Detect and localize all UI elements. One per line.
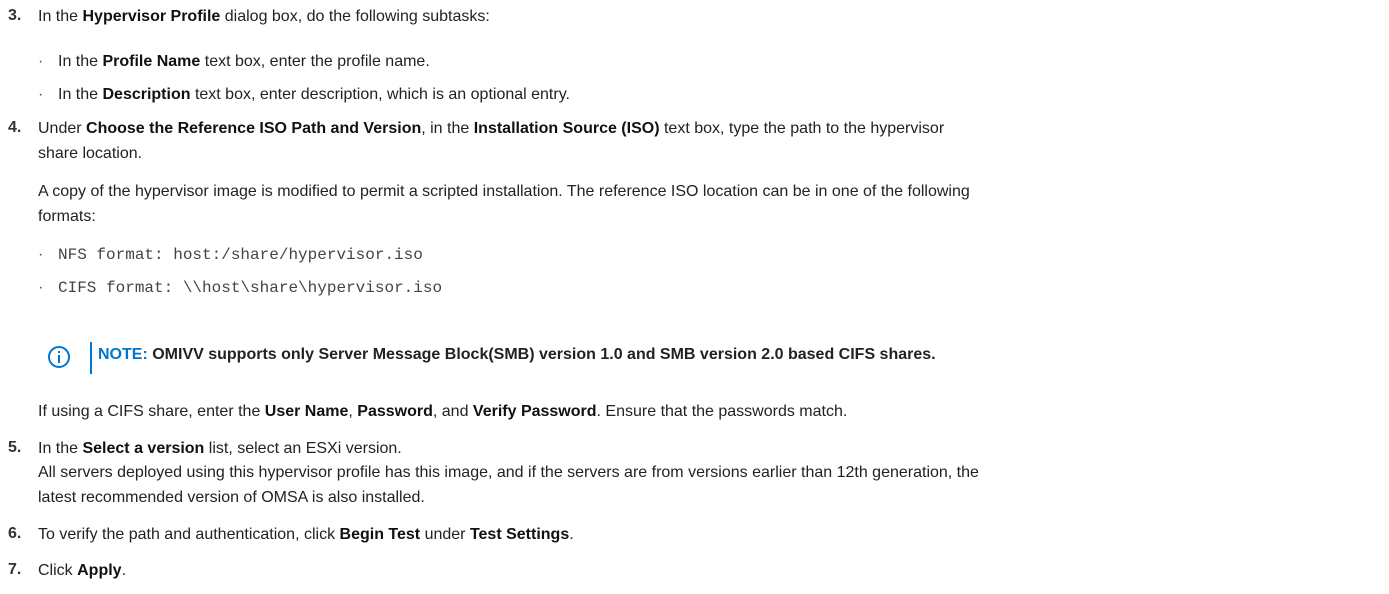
step-3-bullet-profile-name: In the Profile Name text box, enter the … (58, 53, 430, 70)
step-3-number: 3. (8, 7, 22, 24)
step-7-number: 7. (8, 561, 22, 578)
step-5-line-1: In the Select a version list, select an … (38, 440, 402, 457)
note-text: NOTE: OMIVV supports only Server Message… (98, 346, 936, 363)
info-icon (48, 346, 70, 368)
step-3-bullet-description: In the Description text box, enter descr… (58, 86, 570, 103)
bullet-icon: · (38, 86, 44, 103)
note-divider (90, 342, 92, 374)
step-4-cifs-line: If using a CIFS share, enter the User Na… (38, 403, 848, 420)
step-5-line-3: latest recommended version of OMSA is al… (38, 489, 425, 506)
step-5-number: 5. (8, 439, 22, 456)
step-6-number: 6. (8, 525, 22, 542)
step-3-intro: In the Hypervisor Profile dialog box, do… (38, 8, 490, 25)
step-4-para-1: A copy of the hypervisor image is modifi… (38, 183, 970, 200)
bullet-icon: · (38, 53, 44, 70)
nfs-format-line: NFS format: host:/share/hypervisor.iso (58, 246, 423, 264)
step-4-line-2: share location. (38, 145, 143, 162)
step-4-line-1: Under Choose the Reference ISO Path and … (38, 120, 945, 137)
step-4-number: 4. (8, 119, 22, 136)
step-6-line: To verify the path and authentication, c… (38, 526, 574, 543)
bullet-icon: · (38, 246, 44, 263)
step-5-line-2: All servers deployed using this hypervis… (38, 464, 979, 481)
step-7-line: Click Apply. (38, 562, 127, 579)
cifs-format-line: CIFS format: \\host\share\hypervisor.iso (58, 279, 443, 297)
bullet-icon: · (38, 279, 44, 296)
document-page: 3. In the Hypervisor Profile dialog box,… (0, 0, 1389, 594)
step-4-para-2: formats: (38, 208, 96, 225)
